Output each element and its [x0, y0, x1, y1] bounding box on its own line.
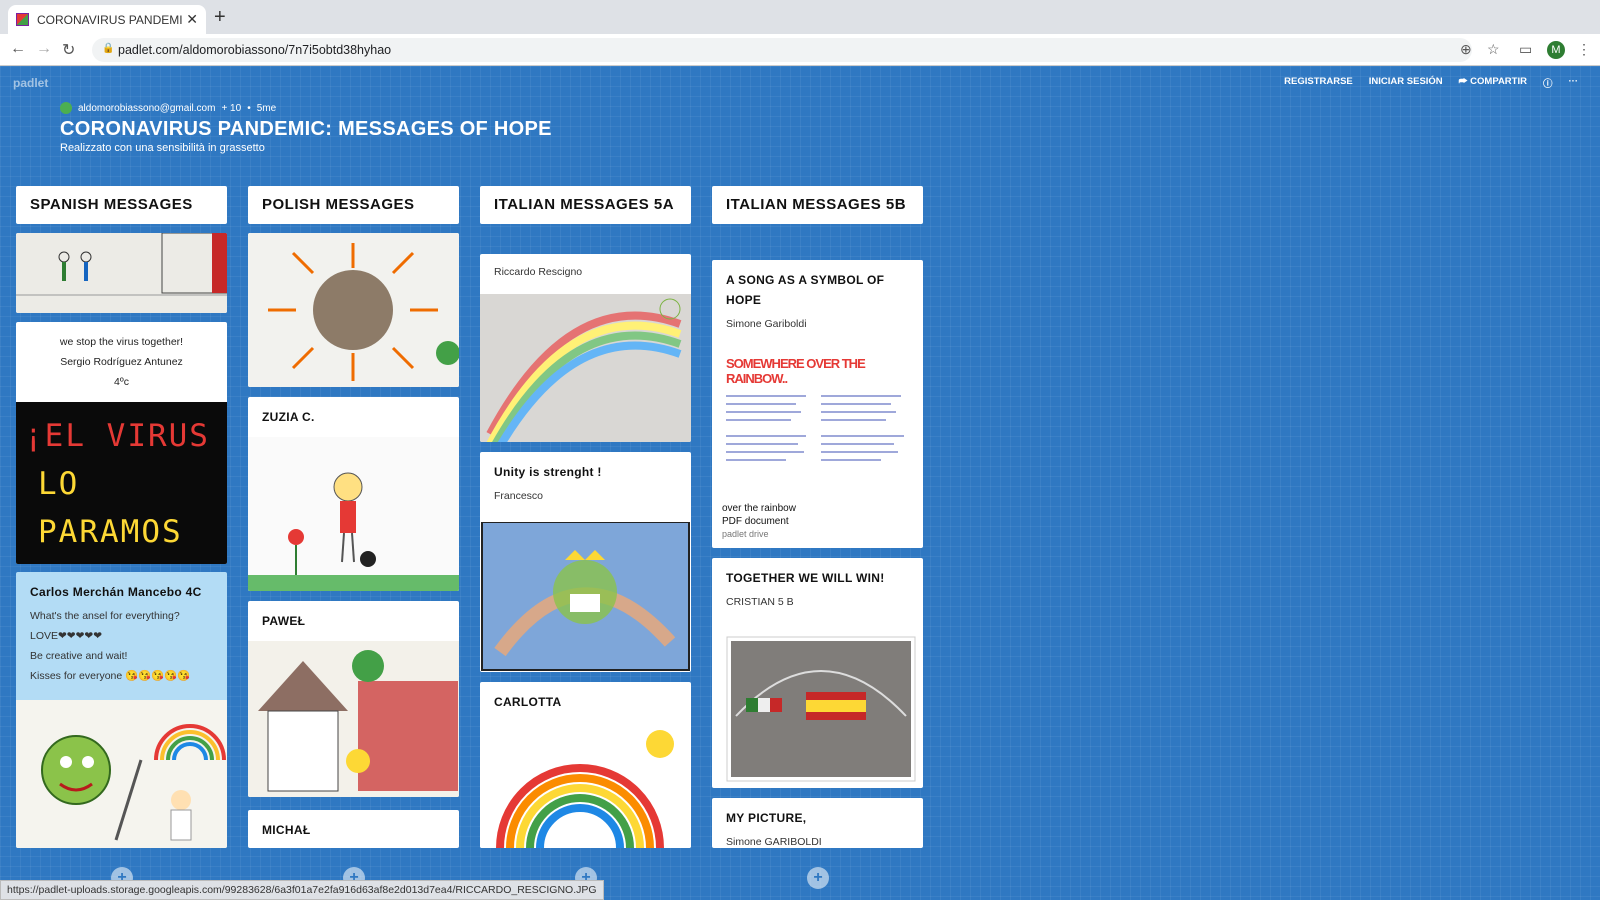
card-body: What's the ansel for everything? LOVE❤❤❤… — [30, 610, 191, 682]
back-icon[interactable]: ← — [10, 40, 26, 58]
padlet-favicon-icon — [16, 13, 29, 26]
card-text: we stop the virus together! Sergio Rodrí… — [59, 336, 184, 388]
attachment-info[interactable]: over the rainbow PDF document padlet dri… — [722, 502, 796, 541]
post-card-zuzia[interactable]: ZUZIA C. — [248, 397, 459, 591]
attachment-source: padlet drive — [722, 529, 769, 539]
post-card-pawel[interactable]: PAWEŁ — [248, 601, 459, 797]
login-link[interactable]: INICIAR SESIÓN — [1369, 76, 1443, 90]
card-title: TOGETHER WE WILL WIN! — [726, 571, 885, 585]
image-card[interactable] — [16, 233, 227, 313]
column-header-polish[interactable]: POLISH MESSAGES — [248, 186, 459, 224]
card-title: MY PICTURE, — [726, 811, 807, 825]
column-header-spanish[interactable]: SPANISH MESSAGES — [16, 186, 227, 224]
share-icon: ⮫ — [1458, 76, 1471, 87]
post-card-song[interactable]: A SONG AS A SYMBOL OF HOPE Simone Garibo… — [712, 260, 923, 548]
post-card-michal[interactable]: MICHAŁ — [248, 810, 459, 848]
profile-avatar[interactable]: M — [1547, 41, 1565, 59]
rainbow-drawing-image — [480, 294, 691, 442]
reload-icon[interactable]: ↻ — [62, 40, 75, 60]
chalk-drawing-image: ¡EL VIRUS LO PARAMOS UNIDOS! — [16, 402, 227, 564]
card-author: Francesco — [494, 490, 544, 502]
pawel-drawing-image — [248, 641, 459, 797]
more-icon[interactable]: ··· — [1569, 76, 1579, 90]
add-post-button-col4[interactable]: + — [807, 867, 829, 889]
page-subtitle: Realizzato con una sensibilità in grasse… — [60, 142, 265, 154]
card-author: CRISTIAN 5 B — [726, 596, 794, 608]
message-card[interactable]: we stop the virus together! Sergio Rodrí… — [16, 322, 227, 564]
attachment-name: over the rainbow — [722, 503, 796, 514]
tab-title: CORONAVIRUS PANDEMIC: ME — [37, 12, 183, 27]
lock-icon: 🔒 — [102, 43, 115, 54]
new-tab-icon[interactable]: + — [214, 6, 226, 29]
post-card-riccardo[interactable]: Riccardo Rescigno — [480, 254, 691, 442]
sun-drawing-image — [248, 233, 459, 387]
browser-tabstrip: CORONAVIRUS PANDEMIC: ME ✕ + — [0, 0, 1600, 34]
padlet-age: 5me — [256, 102, 277, 114]
contributors-count: + 10 — [221, 102, 242, 114]
bookmark-star-icon[interactable]: ☆ — [1487, 41, 1500, 58]
url-field[interactable]: 🔒 padlet.com/aldomorobiassono/7n7i5obtd3… — [92, 38, 1472, 62]
attachment-type: PDF document — [722, 516, 789, 527]
column-header-italian-5a[interactable]: ITALIAN MESSAGES 5A — [480, 186, 691, 224]
status-bar-url: https://padlet-uploads.storage.googleapi… — [0, 880, 604, 900]
post-card-cristian[interactable]: TOGETHER WE WILL WIN! CRISTIAN 5 B — [712, 558, 923, 788]
close-tab-icon[interactable]: ✕ — [186, 11, 198, 28]
virus-mask-drawing-image — [481, 522, 690, 671]
help-icon[interactable]: ⓘ — [1543, 76, 1553, 90]
install-icon[interactable]: ⊕ — [1460, 41, 1472, 58]
post-card-francesco[interactable]: Unity is strenght ! Francesco — [480, 452, 691, 672]
card-author: Simone Gariboldi — [726, 318, 807, 330]
author-avatar — [60, 102, 72, 114]
message-card-carlos[interactable]: Carlos Merchán Mancebo 4C What's the ans… — [16, 572, 227, 848]
cast-icon[interactable]: ▭ — [1519, 41, 1532, 58]
register-link[interactable]: REGISTRARSE — [1284, 76, 1353, 90]
author-email[interactable]: aldomorobiassono@gmail.com — [78, 103, 215, 114]
browser-tab[interactable]: CORONAVIRUS PANDEMIC: ME ✕ — [8, 5, 206, 34]
card-author: Simone GARIBOLDI — [726, 836, 822, 848]
top-links: REGISTRARSE INICIAR SESIÓN ⮫ COMPARTIR ⓘ… — [1284, 76, 1578, 90]
flags-drawing-image — [726, 636, 916, 782]
share-link[interactable]: ⮫ COMPARTIR — [1459, 76, 1527, 90]
post-card-my-picture[interactable]: MY PICTURE, Simone GARIBOLDI — [712, 798, 923, 848]
author-line: aldomorobiassono@gmail.com + 10 • 5me — [60, 102, 276, 114]
card-title: ZUZIA C. — [262, 410, 315, 424]
card-title: PAWEŁ — [262, 614, 306, 628]
url-text: padlet.com/aldomorobiassono/7n7i5obtd38h… — [118, 43, 392, 57]
card-title: CARLOTTA — [494, 695, 562, 709]
column-header-italian-5b[interactable]: ITALIAN MESSAGES 5B — [712, 186, 923, 224]
page-title: CORONAVIRUS PANDEMIC: MESSAGES OF HOPE — [60, 118, 552, 140]
card-author: Riccardo Rescigno — [494, 266, 583, 278]
carlotta-rainbow-image — [480, 722, 691, 848]
address-bar: ← → ↻ 🔒 padlet.com/aldomorobiassono/7n7i… — [0, 34, 1600, 66]
pdf-preview-image: SOMEWHERE OVER THE RAINBOW.. — [726, 356, 904, 461]
image-card-sun[interactable] — [248, 233, 459, 387]
card-title: Carlos Merchán Mancebo 4C — [30, 585, 202, 599]
forward-icon[interactable]: → — [36, 40, 52, 58]
zuzia-drawing-image — [248, 437, 459, 591]
card-title: Unity is strenght ! — [494, 465, 602, 479]
virus-drawing-image — [16, 700, 227, 848]
menu-kebab-icon[interactable]: ⋮ — [1577, 41, 1591, 58]
post-card-carlotta[interactable]: CARLOTTA — [480, 682, 691, 848]
card-title: MICHAŁ — [262, 823, 311, 837]
dot-separator-icon: • — [247, 102, 251, 114]
padlet-logo[interactable]: padlet — [13, 76, 48, 90]
card-title: A SONG AS A SYMBOL OF HOPE — [726, 273, 885, 307]
drawing-image — [16, 233, 227, 313]
